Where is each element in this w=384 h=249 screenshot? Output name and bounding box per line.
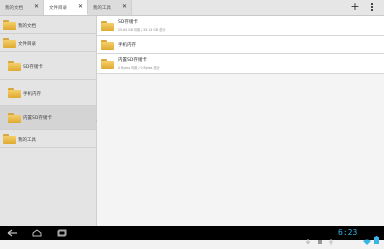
tab-label: 我的工具 (93, 6, 111, 11)
download-icon (305, 230, 311, 245)
tab-my-documents[interactable]: 我的文档 ✕ (0, 0, 44, 15)
sidebar-item-my-documents[interactable]: 我的文档 (0, 16, 96, 34)
folder-icon (101, 21, 114, 31)
folder-icon (101, 40, 114, 50)
sidebar-item-file-directory[interactable]: 文件目录 (0, 34, 96, 52)
home-icon[interactable] (31, 229, 43, 237)
sidebar: 我的文档 文件目录 SD存储卡 手机内存 内置SD存储卡 我的工具 (0, 16, 97, 226)
sidebar-item-label: 我的文档 (18, 24, 36, 29)
sidebar-item-label: 手机内存 (23, 92, 41, 97)
folder-icon (3, 134, 16, 144)
close-icon[interactable]: ✕ (78, 4, 83, 10)
folder-icon (3, 38, 16, 48)
list-item-name: 内置SD存储卡 (118, 58, 147, 63)
sidebar-item-sd-card[interactable]: SD存储卡 (0, 52, 96, 80)
sidebar-item-internal-sd-card[interactable]: 内置SD存储卡 (0, 106, 96, 130)
tab-bar: 我的文档 ✕ 文件目录 ✕ 我的工具 ✕ + (0, 0, 384, 16)
sidebar-item-label: 内置SD存储卡 (23, 116, 52, 121)
battery-icon (374, 229, 379, 244)
recent-apps-icon[interactable] (56, 229, 68, 237)
wifi-icon (363, 230, 371, 245)
sidebar-item-label: SD存储卡 (23, 65, 43, 70)
tab-label: 文件目录 (49, 6, 67, 11)
list-item-name: SD存储卡 (118, 20, 138, 25)
folder-icon (3, 20, 16, 30)
tab-my-tools[interactable]: 我的工具 ✕ (88, 0, 132, 15)
folder-icon (8, 113, 21, 123)
folder-icon (101, 59, 114, 69)
close-icon[interactable]: ✕ (34, 4, 39, 10)
close-icon[interactable]: ✕ (122, 4, 127, 10)
folder-icon (8, 88, 21, 98)
usb-icon (328, 230, 334, 245)
add-icon[interactable]: + (350, 1, 360, 12)
tab-file-directory[interactable]: 文件目录 ✕ (44, 0, 88, 15)
folder-icon (8, 61, 21, 71)
list-item-name: 手机内存 (118, 43, 136, 48)
sidebar-item-phone-memory[interactable]: 手机内存 (0, 80, 96, 106)
back-icon[interactable] (6, 229, 18, 237)
list-item-detail: 0 Bytes 可用 / 0 Bytes 总计 (118, 66, 160, 70)
overflow-menu-icon[interactable] (369, 2, 375, 13)
status-clock: 6:23 (338, 228, 358, 237)
list-item-phone-memory[interactable]: 手机内存 (97, 36, 384, 54)
notification-icon (317, 230, 323, 244)
list-item-internal-sd-card[interactable]: 内置SD存储卡 0 Bytes 可用 / 0 Bytes 总计 (97, 54, 384, 74)
system-nav-bar: 6:23 (0, 226, 384, 245)
sidebar-item-label: 我的工具 (18, 138, 36, 143)
list-item-detail: 25.64 GB 可用 / 29.14 GB 总计 (118, 28, 166, 32)
file-list: SD存储卡 25.64 GB 可用 / 29.14 GB 总计 手机内存 内置S… (97, 16, 384, 226)
list-item-sd-card[interactable]: SD存储卡 25.64 GB 可用 / 29.14 GB 总计 (97, 16, 384, 36)
sidebar-item-my-tools[interactable]: 我的工具 (0, 130, 96, 148)
sidebar-item-label: 文件目录 (18, 42, 36, 47)
tab-label: 我的文档 (5, 6, 23, 11)
